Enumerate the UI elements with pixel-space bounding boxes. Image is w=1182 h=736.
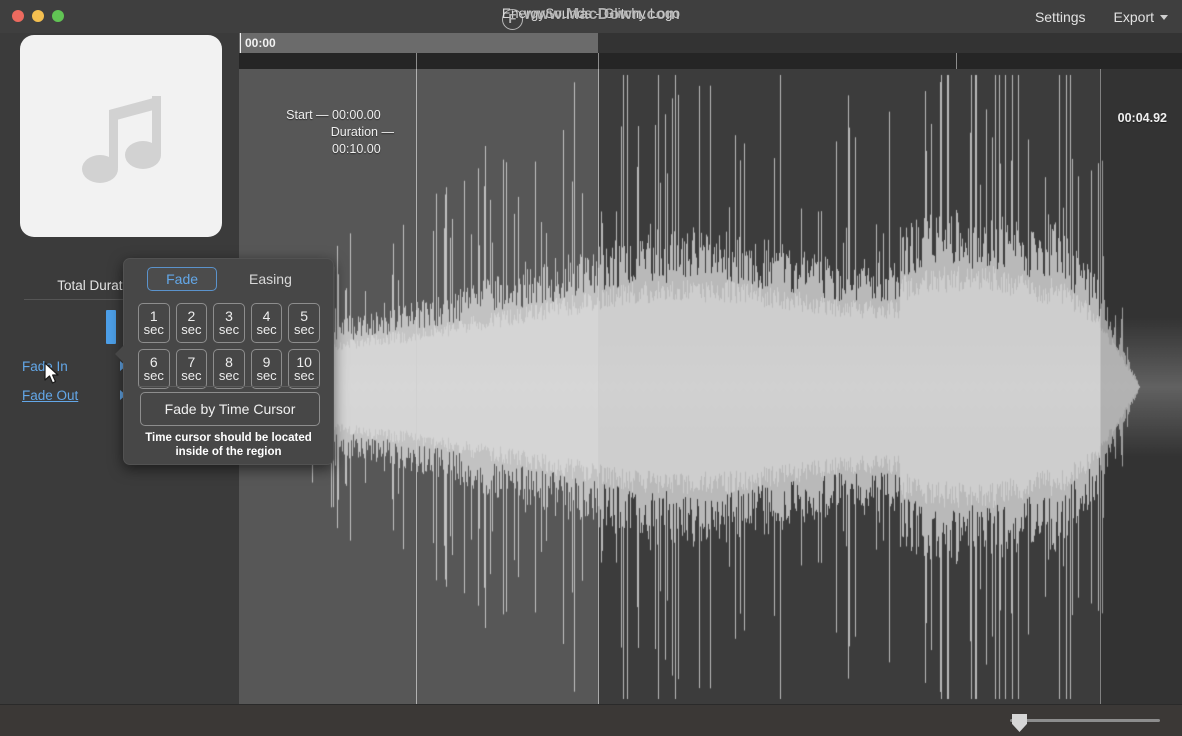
tab-fade[interactable]: Fade [147, 267, 217, 291]
duration-key-9sec[interactable]: 9sec [251, 349, 283, 389]
duration-key-4sec[interactable]: 4sec [251, 303, 283, 343]
bottom-bar [0, 704, 1182, 736]
artwork-thumbnail[interactable] [20, 35, 222, 237]
tick-bar [239, 53, 1182, 70]
hint-line-1: Time cursor should be located [132, 431, 325, 445]
duration-key-unit: sec [256, 369, 276, 383]
duration-key-6sec[interactable]: 6sec [138, 349, 170, 389]
settings-label: Settings [1035, 9, 1086, 25]
duration-key-number: 6 [150, 355, 158, 369]
duration-key-number: 1 [150, 309, 158, 323]
region-end-handle[interactable] [598, 69, 599, 705]
fade-popover[interactable]: Fade Easing 1sec2sec3sec4sec5sec6sec7sec… [123, 258, 334, 465]
tick-mark [416, 53, 417, 69]
duration-key-unit: sec [219, 369, 239, 383]
duration-key-10sec[interactable]: 10sec [288, 349, 320, 389]
duration-key-number: 3 [225, 309, 233, 323]
duration-key-unit: sec [144, 369, 164, 383]
popover-hint: Time cursor should be located inside of … [132, 431, 325, 459]
zoom-slider-track[interactable] [1010, 719, 1160, 722]
popover-tabs: Fade Easing [124, 267, 333, 291]
popover-divider [138, 386, 320, 387]
tick-mark [598, 53, 599, 69]
duration-keypad: 1sec2sec3sec4sec5sec6sec7sec8sec9sec10se… [138, 303, 320, 395]
popover-arrow [115, 344, 125, 364]
duration-key-7sec[interactable]: 7sec [176, 349, 208, 389]
music-note-icon [73, 80, 169, 192]
hint-line-2: inside of the region [132, 445, 325, 459]
export-button[interactable]: Export [1114, 9, 1168, 25]
titlebar-actions: Settings Export [1035, 0, 1168, 33]
audio-waveform[interactable] [239, 69, 1182, 705]
export-label: Export [1114, 9, 1154, 25]
mouse-cursor [44, 362, 62, 386]
duration-key-unit: sec [181, 369, 201, 383]
duration-key-unit: sec [294, 323, 314, 337]
duration-key-number: 5 [300, 309, 308, 323]
fade-out-label: Fade Out [22, 388, 78, 403]
duration-keypad-row: 1sec2sec3sec4sec5sec [138, 303, 320, 343]
duration-keypad-row: 6sec7sec8sec9sec10sec [138, 349, 320, 389]
timeline-ruler[interactable]: 00:00 [239, 33, 1182, 53]
duration-key-unit: sec [181, 323, 201, 337]
region-start-handle[interactable] [416, 69, 417, 705]
window-title: EnergySounds - Glitchy Logo [0, 6, 1182, 21]
duration-key-number: 10 [296, 355, 312, 369]
duration-key-3sec[interactable]: 3sec [213, 303, 245, 343]
duration-key-2sec[interactable]: 2sec [176, 303, 208, 343]
settings-button[interactable]: Settings [1035, 9, 1086, 25]
zoom-slider-thumb[interactable] [1012, 714, 1027, 732]
duration-key-unit: sec [219, 323, 239, 337]
duration-key-number: 7 [187, 355, 195, 369]
duration-key-unit: sec [294, 369, 314, 383]
duration-key-number: 9 [263, 355, 271, 369]
duration-key-8sec[interactable]: 8sec [213, 349, 245, 389]
duration-key-5sec[interactable]: 5sec [288, 303, 320, 343]
cursor-time-label: 00:04.92 [1118, 111, 1167, 125]
region-edge-line[interactable] [1100, 69, 1101, 705]
title-bar: EnergySounds - Glitchy Logo Fwww.MacDown… [0, 0, 1182, 34]
pause-bar-left [106, 310, 116, 344]
duration-key-number: 8 [225, 355, 233, 369]
waveform-canvas[interactable]: Start — 00:00.00 Duration — 00:10.00 00:… [239, 69, 1182, 705]
ruler-selection [239, 33, 598, 53]
ruler-start-label: 00:00 [245, 36, 276, 50]
audio-editor-window: EnergySounds - Glitchy Logo Fwww.MacDown… [0, 0, 1182, 736]
chevron-down-icon [1160, 15, 1168, 20]
duration-key-1sec[interactable]: 1sec [138, 303, 170, 343]
fade-by-time-cursor-button[interactable]: Fade by Time Cursor [140, 392, 320, 426]
duration-key-number: 4 [263, 309, 271, 323]
duration-key-number: 2 [187, 309, 195, 323]
waveform-panel[interactable]: 00:00 Start — 00:00.00 Duration — 00:1 [239, 33, 1182, 705]
duration-key-unit: sec [144, 323, 164, 337]
tab-easing[interactable]: Easing [231, 268, 310, 290]
duration-key-unit: sec [256, 323, 276, 337]
tick-mark [956, 53, 957, 69]
